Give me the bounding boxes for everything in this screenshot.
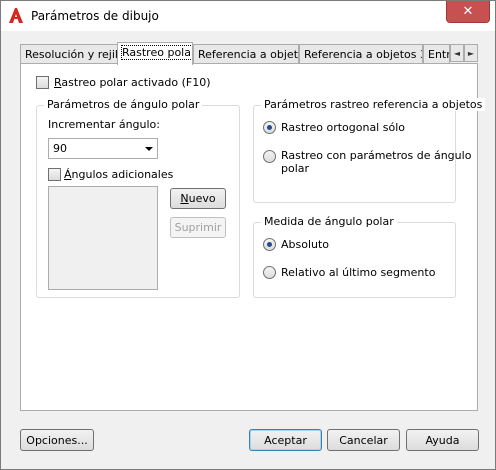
tab-scroll-right-button[interactable]: ►: [464, 44, 478, 62]
tab-polar-tracking[interactable]: Rastreo polar: [117, 42, 193, 65]
tab-resolution-grid[interactable]: Resolución y rejilla: [20, 44, 118, 64]
tab-label: Rastreo polar: [121, 45, 192, 60]
additional-angles-list[interactable]: [48, 186, 158, 290]
polar-angle-settings-group: Parámetros de ángulo polar Incrementar á…: [36, 98, 240, 298]
accept-button[interactable]: Aceptar: [249, 429, 322, 451]
additional-angles-label: Ángulos adicionales: [64, 168, 174, 181]
window-title: Parámetros de dibujo: [31, 9, 159, 23]
title-bar: Parámetros de dibujo ✕: [1, 1, 495, 31]
tab-label: Resolución y rejilla: [25, 48, 118, 61]
tab-scroll-left-button[interactable]: ◄: [450, 44, 464, 62]
new-angle-button[interactable]: Nuevo: [170, 188, 226, 209]
increment-angle-select[interactable]: 90: [48, 138, 158, 159]
tab-object-snap[interactable]: Referencia a objetos: [193, 44, 299, 64]
tab-dynamic-input[interactable]: Entr: [423, 44, 450, 64]
drawing-settings-dialog: Parámetros de dibujo ✕ Resolución y reji…: [0, 0, 496, 470]
polar-angle-measurement-group: Medida de ángulo polar Absoluto Relativo…: [253, 215, 456, 298]
absolute-label: Absoluto: [281, 238, 330, 251]
options-button[interactable]: Opciones...: [20, 429, 94, 451]
polar-angle-tracking-label: Rastreo con parámetros de ángulo polar: [281, 149, 472, 175]
chevron-left-icon: ◄: [453, 48, 461, 58]
polar-tracking-on-label: Rastreo polar activado (F10): [54, 76, 211, 89]
chevron-down-icon: [145, 147, 153, 151]
object-snap-tracking-group: Parámetros rastreo referencia a objetos …: [253, 98, 486, 203]
additional-angles-checkbox[interactable]: [48, 168, 61, 181]
tab-3d-object-snap[interactable]: Referencia a objetos 3D: [299, 44, 423, 64]
polar-angle-tracking-radio[interactable]: [263, 150, 276, 163]
cancel-button[interactable]: Cancelar: [327, 429, 400, 451]
tab-label: Referencia a objetos: [198, 48, 299, 61]
chevron-right-icon: ►: [467, 48, 475, 58]
group-title: Medida de ángulo polar: [261, 215, 397, 228]
orthogonal-tracking-label: Rastreo ortogonal sólo: [281, 121, 405, 134]
close-button[interactable]: ✕: [446, 1, 490, 23]
close-icon: ✕: [462, 4, 474, 19]
autocad-logo-icon: [9, 8, 23, 23]
tab-label: Entr: [428, 48, 450, 61]
increment-angle-value: 90: [53, 142, 67, 155]
absolute-radio[interactable]: [263, 238, 276, 251]
delete-angle-button[interactable]: Suprimir: [170, 217, 226, 238]
relative-last-segment-radio[interactable]: [263, 266, 276, 279]
orthogonal-tracking-radio[interactable]: [263, 121, 276, 134]
tab-strip: Resolución y rejilla Rastreo polar Refer…: [20, 42, 478, 65]
polar-tracking-panel: Rastreo polar activado (F10) Parámetros …: [20, 63, 486, 411]
increment-angle-label: Incrementar ángulo:: [48, 118, 160, 131]
help-button[interactable]: Ayuda: [406, 429, 479, 451]
relative-last-segment-label: Relativo al último segmento: [281, 266, 436, 279]
group-title: Parámetros rastreo referencia a objetos: [261, 98, 486, 111]
group-title: Parámetros de ángulo polar: [44, 98, 203, 111]
tab-label: Referencia a objetos 3D: [304, 48, 423, 61]
polar-tracking-on-checkbox[interactable]: [36, 76, 49, 89]
